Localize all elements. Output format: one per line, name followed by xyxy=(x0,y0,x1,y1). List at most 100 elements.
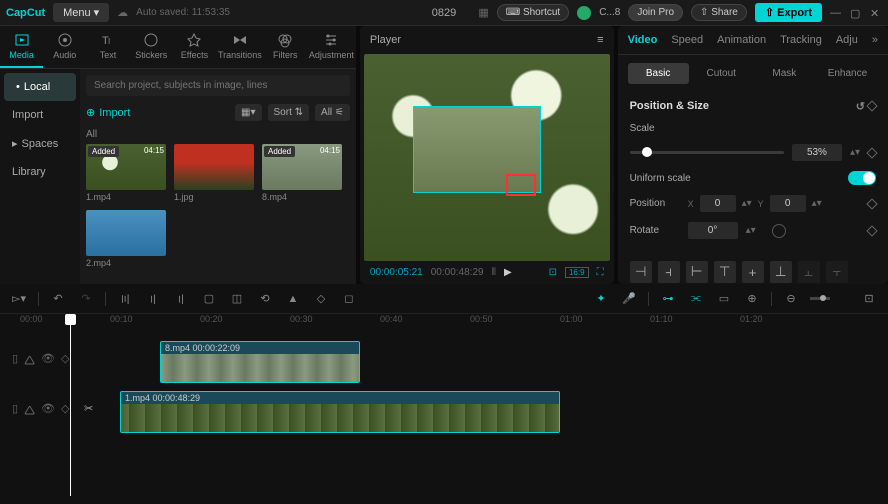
share-button[interactable]: ⇧ Share xyxy=(691,4,747,21)
crop-button[interactable]: ◫ xyxy=(228,290,246,308)
scale-input[interactable] xyxy=(792,144,842,161)
rotate-button[interactable]: ◇ xyxy=(312,290,330,308)
play-button[interactable]: ▶ xyxy=(504,267,512,278)
more-tabs-icon[interactable]: » xyxy=(872,34,878,46)
player-menu-icon[interactable]: ≡ xyxy=(597,34,603,46)
timeline-clip[interactable]: 1.mp4 00:00:48:29 xyxy=(120,391,560,433)
minimize-icon[interactable]: — xyxy=(830,7,842,19)
media-thumb[interactable]: 2.mp4 xyxy=(86,210,166,268)
align-vcenter-button[interactable]: + xyxy=(742,261,764,283)
zoom-out-button[interactable]: ⊖ xyxy=(782,290,800,308)
pos-y-input[interactable] xyxy=(770,195,806,212)
grid-icon[interactable]: ▦ xyxy=(478,6,488,19)
cut-tool-icon[interactable]: ✂ xyxy=(84,402,93,415)
subtab-enhance[interactable]: Enhance xyxy=(817,63,878,84)
track-hide-icon[interactable]: 👁 xyxy=(41,402,55,421)
trim-right-button[interactable]: 〢 xyxy=(172,290,190,308)
rtab-tracking[interactable]: Tracking xyxy=(780,34,822,46)
stepper-icon[interactable]: ▴▾ xyxy=(812,198,822,209)
sidebar-item-spaces[interactable]: ▸ Spaces xyxy=(0,129,80,158)
maximize-icon[interactable]: ▢ xyxy=(850,7,862,19)
tab-audio[interactable]: Audio xyxy=(43,26,86,68)
playhead[interactable] xyxy=(70,314,71,496)
mirror-button[interactable]: ▲ xyxy=(284,290,302,308)
subtab-cutout[interactable]: Cutout xyxy=(691,63,752,84)
rtab-speed[interactable]: Speed xyxy=(671,34,703,46)
import-button[interactable]: ⊕ Import xyxy=(86,106,130,119)
align-bottom-button[interactable]: ⊥ xyxy=(770,261,792,283)
media-thumb[interactable]: 1.jpg xyxy=(174,144,254,202)
timeline-ruler[interactable]: 00:00 00:10 00:20 00:30 00:40 00:50 01:0… xyxy=(0,314,888,338)
undo-button[interactable]: ↶ xyxy=(49,290,67,308)
stepper-icon[interactable]: ▴▾ xyxy=(746,225,756,236)
pos-x-input[interactable] xyxy=(700,195,736,212)
timeline-track[interactable]: ▯🛆👁◇ 8.mp4 00:00:22:09 xyxy=(100,338,888,386)
tab-media[interactable]: Media xyxy=(0,26,43,68)
shortcut-button[interactable]: ⌨ Shortcut xyxy=(497,4,569,21)
sidebar-item-local[interactable]: • Local xyxy=(4,73,76,101)
mic-button[interactable]: 🎤 xyxy=(620,290,638,308)
menu-button[interactable]: Menu ▾ xyxy=(53,3,109,22)
rotate-input[interactable] xyxy=(688,222,738,239)
tab-stickers[interactable]: Stickers xyxy=(130,26,173,68)
tab-text[interactable]: TIText xyxy=(86,26,129,68)
delete-button[interactable]: ▢ xyxy=(200,290,218,308)
cursor-tool[interactable]: ▻▾ xyxy=(10,290,28,308)
trim-left-button[interactable]: 〢 xyxy=(144,290,162,308)
zoom-in-button[interactable]: ⊡ xyxy=(860,290,878,308)
track-lock-icon[interactable]: ▯ xyxy=(12,402,18,421)
stepper-icon[interactable]: ▴▾ xyxy=(850,147,860,158)
keyframe-pos[interactable] xyxy=(866,198,877,209)
view-grid-button[interactable]: ▦▾ xyxy=(235,104,261,121)
sidebar-item-library[interactable]: Library xyxy=(0,158,80,186)
uniform-toggle[interactable] xyxy=(848,171,876,185)
rotate-dial-icon[interactable] xyxy=(772,224,786,238)
tab-transitions[interactable]: Transitions xyxy=(216,26,264,68)
align-top-button[interactable]: ⊤ xyxy=(714,261,736,283)
magic-button[interactable]: ✦ xyxy=(592,290,610,308)
subtab-basic[interactable]: Basic xyxy=(628,63,689,84)
rtab-video[interactable]: Video xyxy=(628,34,658,46)
align-hcenter-button[interactable]: ⫞ xyxy=(658,261,680,283)
align-left-button[interactable]: ⊣ xyxy=(630,261,652,283)
search-input[interactable] xyxy=(86,75,350,96)
rtab-animation[interactable]: Animation xyxy=(717,34,766,46)
subtab-mask[interactable]: Mask xyxy=(754,63,815,84)
ratio-button[interactable]: 16:9 xyxy=(565,267,589,278)
track-lock-icon[interactable]: ▯ xyxy=(12,352,18,371)
join-pro-button[interactable]: Join Pro xyxy=(628,4,683,21)
player-canvas[interactable] xyxy=(364,54,610,261)
dist-h-button[interactable]: ⫠ xyxy=(798,261,820,283)
timeline-clip[interactable]: 8.mp4 00:00:22:09 xyxy=(160,341,360,383)
dist-v-button[interactable]: ⫟ xyxy=(826,261,848,283)
tab-adjustment[interactable]: Adjustment xyxy=(307,26,356,68)
sort-button[interactable]: Sort ⇅ xyxy=(268,104,310,121)
media-thumb[interactable]: Added04:15 8.mp4 xyxy=(262,144,342,202)
close-icon[interactable]: ✕ xyxy=(870,7,882,19)
crop2-button[interactable]: ◻ xyxy=(340,290,358,308)
track-more-icon[interactable]: ◇ xyxy=(61,402,69,421)
resize-handle[interactable] xyxy=(506,174,536,196)
redo-button[interactable]: ↷ xyxy=(77,290,95,308)
track-mute-icon[interactable]: 🛆 xyxy=(24,402,35,421)
split-button[interactable]: 〣 xyxy=(116,290,134,308)
filter-all-button[interactable]: All ⚟ xyxy=(315,104,350,121)
marker-button[interactable]: ⊕ xyxy=(743,290,761,308)
link-button[interactable]: ⫘ xyxy=(687,290,705,308)
track-more-icon[interactable]: ◇ xyxy=(61,352,69,371)
rtab-adjust[interactable]: Adju xyxy=(836,34,858,46)
track-mute-icon[interactable]: 🛆 xyxy=(24,352,35,371)
tab-filters[interactable]: Filters xyxy=(264,26,307,68)
export-button[interactable]: ⇧ Export xyxy=(755,3,822,22)
sidebar-item-import[interactable]: Import xyxy=(0,101,80,129)
media-thumb[interactable]: Added04:15 1.mp4 xyxy=(86,144,166,202)
keyframe-rotate[interactable] xyxy=(866,225,877,236)
keyframe-icon[interactable] xyxy=(866,100,877,111)
fullscreen-icon[interactable]: ⛶ xyxy=(597,267,604,278)
keyframe-scale[interactable] xyxy=(866,147,877,158)
scale-icon[interactable]: ⊡ xyxy=(549,267,557,278)
zoom-slider[interactable] xyxy=(810,297,830,300)
user-avatar[interactable] xyxy=(577,6,591,20)
preview-button[interactable]: ▭ xyxy=(715,290,733,308)
reverse-button[interactable]: ⟲ xyxy=(256,290,274,308)
